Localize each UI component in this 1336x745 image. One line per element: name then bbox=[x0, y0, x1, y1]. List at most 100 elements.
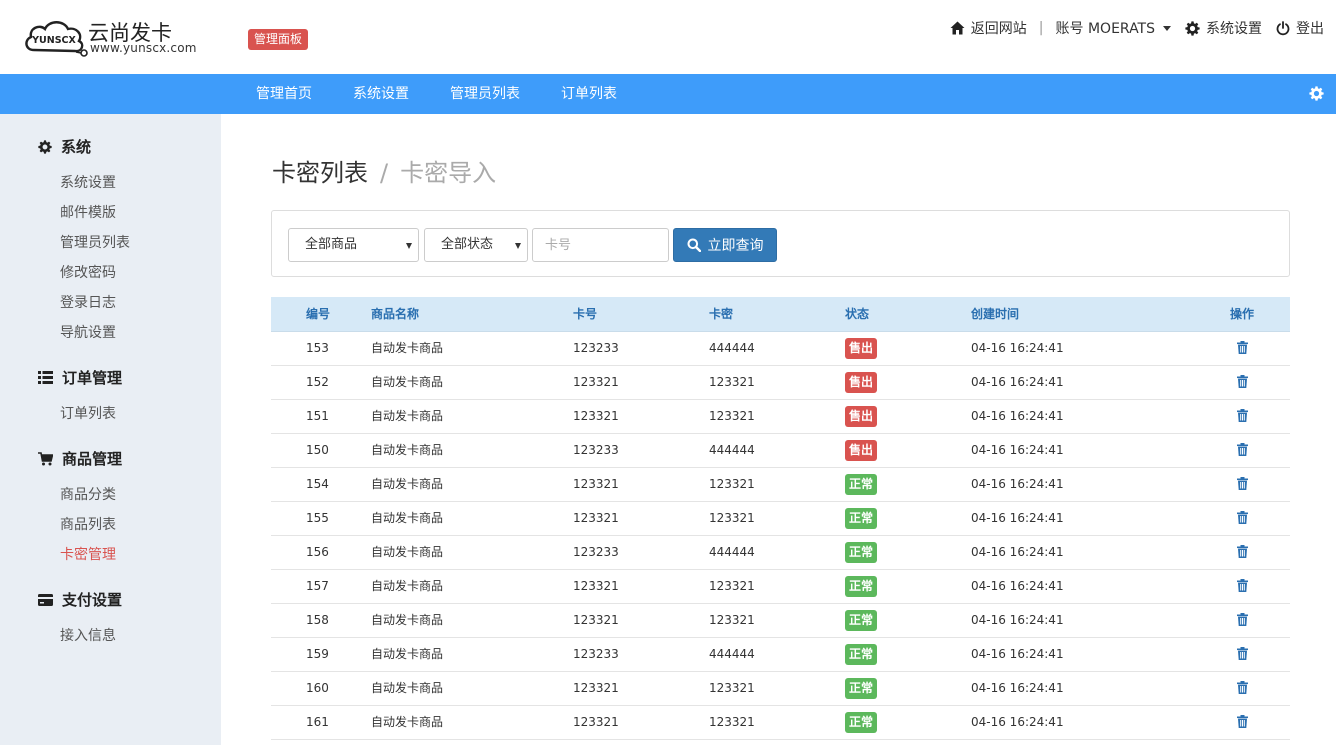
trash-icon[interactable] bbox=[1237, 341, 1248, 358]
account-dropdown[interactable]: 账号 MOERATS bbox=[1056, 18, 1171, 38]
table-row: 158 自动发卡商品 123321 123321 正常 04-16 16:24:41 bbox=[271, 604, 1290, 638]
page-title: 卡密列表 / 卡密导入 bbox=[272, 153, 496, 188]
trash-icon[interactable] bbox=[1237, 681, 1248, 698]
cell-product: 自动发卡商品 bbox=[371, 715, 444, 729]
cell-id: 160 bbox=[306, 681, 329, 695]
nav-order-list[interactable]: 订单列表 bbox=[561, 74, 617, 114]
sidebar-item-login-log[interactable]: 登录日志 bbox=[60, 292, 116, 312]
sidebar-group-system: 系统 bbox=[38, 136, 91, 157]
cell-card-number: 123233 bbox=[573, 443, 619, 457]
card-number-input[interactable] bbox=[532, 228, 669, 262]
card-table: 编号 商品名称 卡号 卡密 状态 创建时间 操作 153 自动发卡商品 123233… bbox=[271, 297, 1290, 740]
product-select[interactable]: 全部商品 bbox=[288, 228, 419, 262]
card-import-link[interactable]: 卡密导入 bbox=[400, 159, 496, 187]
cell-created-time: 04-16 16:24:41 bbox=[971, 613, 1064, 627]
sidebar-item-card-management[interactable]: 卡密管理 bbox=[60, 544, 116, 564]
title-separator: / bbox=[380, 159, 389, 187]
settings-link[interactable]: 系统设置 bbox=[1185, 18, 1262, 38]
sidebar-item-access-info[interactable]: 接入信息 bbox=[60, 625, 116, 645]
sidebar-item-order-list[interactable]: 订单列表 bbox=[60, 403, 116, 423]
table-row: 160 自动发卡商品 123321 123321 正常 04-16 16:24:41 bbox=[271, 672, 1290, 706]
status-badge: 售出 bbox=[845, 440, 878, 461]
cell-card-secret: 123321 bbox=[709, 579, 755, 593]
cell-created-time: 04-16 16:24:41 bbox=[971, 341, 1064, 355]
table-row: 157 自动发卡商品 123321 123321 正常 04-16 16:24:41 bbox=[271, 570, 1290, 604]
cell-product: 自动发卡商品 bbox=[371, 477, 444, 491]
cell-created-time: 04-16 16:24:41 bbox=[971, 681, 1064, 695]
table-row: 154 自动发卡商品 123321 123321 正常 04-16 16:24:41 bbox=[271, 468, 1290, 502]
status-badge: 正常 bbox=[845, 610, 878, 631]
sidebar-group-payment: 支付设置 bbox=[38, 589, 122, 610]
sidebar-group-title: 订单管理 bbox=[62, 369, 123, 387]
settings-label: 系统设置 bbox=[1206, 21, 1262, 37]
trash-icon[interactable] bbox=[1237, 409, 1248, 426]
sidebar-item-email-template[interactable]: 邮件模版 bbox=[60, 202, 116, 222]
logo-mark-text: YUNSCX bbox=[31, 35, 76, 46]
trash-icon[interactable] bbox=[1237, 443, 1248, 460]
cell-id: 156 bbox=[306, 545, 329, 559]
sidebar-item-change-password[interactable]: 修改密码 bbox=[60, 262, 116, 282]
search-icon bbox=[687, 238, 701, 252]
cell-card-secret: 123321 bbox=[709, 409, 755, 423]
search-button[interactable]: 立即查询 bbox=[673, 228, 777, 262]
cell-id: 157 bbox=[306, 579, 329, 593]
cell-card-secret: 123321 bbox=[709, 681, 755, 695]
table-row: 152 自动发卡商品 123321 123321 售出 04-16 16:24:41 bbox=[271, 366, 1290, 400]
col-status: 状态 bbox=[845, 307, 870, 321]
cell-id: 152 bbox=[306, 375, 329, 389]
trash-icon[interactable] bbox=[1237, 715, 1248, 732]
logout-label: 登出 bbox=[1296, 21, 1324, 37]
power-icon bbox=[1276, 20, 1290, 35]
table-header: 编号 商品名称 卡号 卡密 状态 创建时间 操作 bbox=[271, 297, 1290, 332]
cell-created-time: 04-16 16:24:41 bbox=[971, 579, 1064, 593]
logout-link[interactable]: 登出 bbox=[1276, 18, 1324, 38]
nav-admin-list[interactable]: 管理员列表 bbox=[450, 74, 520, 114]
trash-icon[interactable] bbox=[1237, 375, 1248, 392]
cell-card-secret: 123321 bbox=[709, 477, 755, 491]
sidebar-item-product-category[interactable]: 商品分类 bbox=[60, 484, 116, 504]
sidebar-item-admin-list[interactable]: 管理员列表 bbox=[60, 232, 130, 252]
cell-id: 151 bbox=[306, 409, 329, 423]
sidebar-item-nav-settings[interactable]: 导航设置 bbox=[60, 322, 116, 342]
gear-icon[interactable] bbox=[1309, 86, 1324, 101]
status-badge: 正常 bbox=[845, 508, 878, 529]
cell-id: 150 bbox=[306, 443, 329, 457]
select-arrow-icon bbox=[515, 243, 521, 249]
gear-icon bbox=[1185, 20, 1200, 36]
trash-icon[interactable] bbox=[1237, 613, 1248, 630]
status-badge: 正常 bbox=[845, 712, 878, 733]
back-site-link[interactable]: 返回网站 bbox=[950, 18, 1027, 38]
sidebar-item-product-list[interactable]: 商品列表 bbox=[60, 514, 116, 534]
table-row: 159 自动发卡商品 123233 444444 正常 04-16 16:24:41 bbox=[271, 638, 1290, 672]
col-card-number: 卡号 bbox=[573, 307, 598, 321]
trash-icon[interactable] bbox=[1237, 647, 1248, 664]
col-id: 编号 bbox=[306, 307, 331, 321]
cell-created-time: 04-16 16:24:41 bbox=[971, 715, 1064, 729]
trash-icon[interactable] bbox=[1237, 545, 1248, 562]
cell-card-number: 123321 bbox=[573, 715, 619, 729]
status-select-value: 全部状态 bbox=[441, 237, 494, 252]
trash-icon[interactable] bbox=[1237, 511, 1248, 528]
nav-system-settings[interactable]: 系统设置 bbox=[353, 74, 409, 114]
cell-card-number: 123321 bbox=[573, 409, 619, 423]
status-badge: 正常 bbox=[845, 576, 878, 597]
cell-card-secret: 444444 bbox=[709, 647, 755, 661]
sidebar-group-products: 商品管理 bbox=[38, 448, 122, 469]
logo-url: www.yunscx.com bbox=[90, 41, 197, 55]
trash-icon[interactable] bbox=[1237, 579, 1248, 596]
sidebar-item-system-settings[interactable]: 系统设置 bbox=[60, 172, 116, 192]
cell-id: 153 bbox=[306, 341, 329, 355]
top-right-menu: 返回网站 | 账号 MOERATS 系统设置 登出 bbox=[950, 17, 1324, 39]
col-actions: 操作 bbox=[1230, 307, 1255, 321]
logo[interactable]: YUNSCX 云尚发卡 www.yunscx.com bbox=[22, 16, 212, 60]
cell-id: 154 bbox=[306, 477, 329, 491]
home-icon bbox=[950, 21, 965, 35]
status-select[interactable]: 全部状态 bbox=[424, 228, 528, 262]
col-product-name: 商品名称 bbox=[371, 307, 420, 321]
col-created-time: 创建时间 bbox=[971, 307, 1020, 321]
cell-card-number: 123233 bbox=[573, 545, 619, 559]
nav-admin-home[interactable]: 管理首页 bbox=[256, 74, 312, 114]
trash-icon[interactable] bbox=[1237, 477, 1248, 494]
table-row: 156 自动发卡商品 123233 444444 正常 04-16 16:24:41 bbox=[271, 536, 1290, 570]
cell-created-time: 04-16 16:24:41 bbox=[971, 545, 1064, 559]
